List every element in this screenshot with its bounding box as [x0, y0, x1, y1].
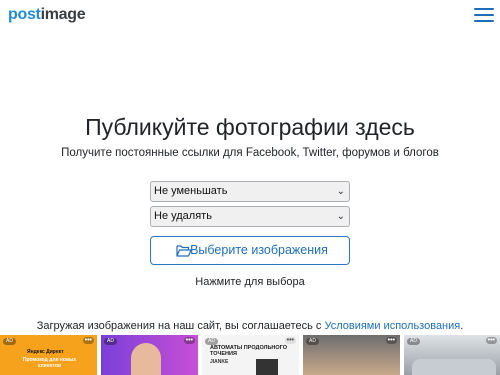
ad-banner[interactable]: AD •••	[101, 335, 198, 375]
ad-badge: AD	[3, 338, 16, 345]
terms-link[interactable]: Условиями использования	[324, 320, 460, 332]
ad-banner[interactable]: AD •••	[404, 335, 500, 375]
more-options-icon[interactable]: •••	[385, 337, 397, 344]
choose-images-label: Выберите изображения	[190, 243, 328, 257]
ad-badge: AD	[104, 338, 117, 345]
ad-badge: AD	[205, 338, 218, 345]
choose-images-button[interactable]: Выберите изображения	[150, 236, 350, 265]
ad-banner[interactable]: AD ••• Яндекс Директ Промокод для новых …	[0, 335, 97, 375]
ad-badge: AD	[407, 338, 420, 345]
ad-car-image	[412, 359, 496, 375]
page-title: Публикуйте фотографии здесь	[85, 114, 415, 140]
ad-brand: JIANKE	[210, 359, 229, 365]
more-options-icon[interactable]: •••	[485, 337, 497, 344]
ad-banner[interactable]: AD •••	[303, 335, 400, 375]
ad-person-image	[131, 343, 161, 375]
click-hint: Нажмите для выбора	[195, 276, 305, 288]
ad-badge: AD	[306, 338, 319, 345]
more-options-icon[interactable]: •••	[284, 337, 296, 344]
page-subtitle: Получите постоянные ссылки для Facebook,…	[61, 147, 439, 159]
ad-text: Яндекс Директ	[27, 349, 64, 355]
chevron-down-icon: ⌄	[336, 211, 345, 222]
ad-text: Промокод для новых клиентов	[22, 357, 77, 369]
header: postimage	[0, 0, 500, 32]
terms-notice: Загружая изображения на наш сайт, вы сог…	[0, 320, 500, 332]
more-options-icon[interactable]: •••	[82, 337, 94, 344]
ad-strip: AD ••• Яндекс Директ Промокод для новых …	[0, 335, 500, 375]
resize-select-value: Не уменьшать	[154, 185, 228, 197]
chevron-down-icon: ⌄	[336, 186, 345, 197]
logo-part-image: image	[40, 6, 86, 23]
resize-select[interactable]: Не уменьшать ⌄	[150, 181, 350, 202]
more-options-icon[interactable]: •••	[183, 337, 195, 344]
ad-banner[interactable]: AD ••• АВТОМАТЫ ПРОДОЛЬНОГО ТОЧЕНИЯ JIAN…	[202, 335, 299, 375]
expire-select-value: Не удалять	[154, 210, 212, 222]
ad-text: АВТОМАТЫ ПРОДОЛЬНОГО ТОЧЕНИЯ	[210, 345, 287, 357]
ad-machine-image	[256, 359, 278, 375]
terms-suffix: .	[460, 320, 464, 332]
postimage-logo[interactable]: postimage	[8, 6, 86, 24]
logo-part-post: post	[8, 6, 41, 23]
folder-open-icon	[176, 245, 192, 257]
hamburger-menu-icon[interactable]	[474, 8, 494, 24]
terms-prefix: Загружая изображения на наш сайт, вы сог…	[36, 320, 325, 332]
expire-select[interactable]: Не удалять ⌄	[150, 206, 350, 227]
